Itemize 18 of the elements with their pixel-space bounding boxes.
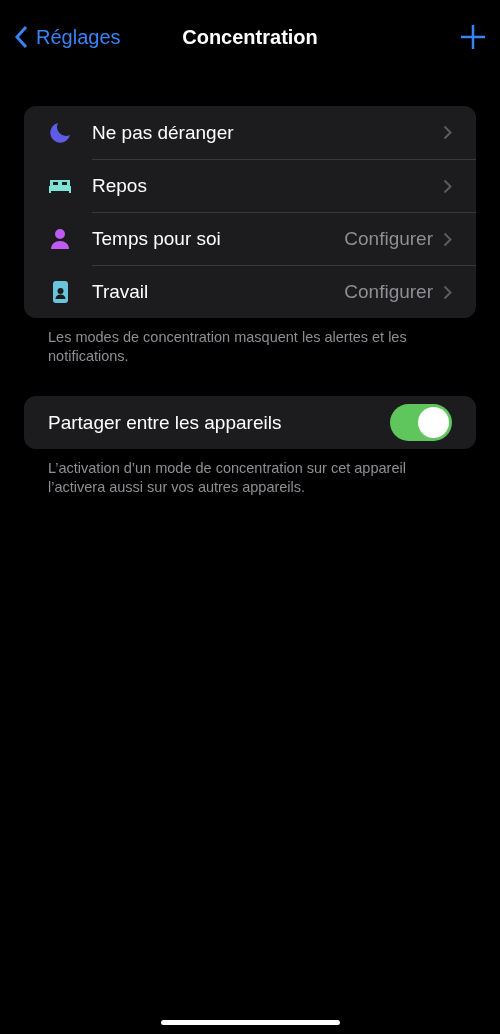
focus-mode-row[interactable]: Temps pour soi Configurer	[24, 212, 476, 265]
share-footnote: L’activation d’un mode de concentration sur cet appareil l’activera aussi sur vos autres appareils.	[48, 459, 407, 497]
chevron-left-icon	[14, 25, 28, 49]
focus-mode-row[interactable]: Travail Configurer	[24, 265, 476, 318]
screen-title: Concentration	[182, 25, 318, 49]
chevron-right-icon	[443, 125, 452, 140]
chevron-right-icon	[443, 178, 452, 194]
focus-mode-row[interactable]: Repos	[24, 159, 476, 212]
chevron-right-icon	[443, 284, 452, 300]
person-icon	[48, 226, 72, 251]
share-toggle[interactable]	[390, 404, 452, 441]
focus-mode-row[interactable]: Ne pas déranger	[24, 106, 476, 159]
modes-footnote: Les modes de concentration masquent les alertes et les notifications.	[48, 328, 408, 366]
add-button[interactable]	[460, 24, 486, 50]
share-label: Partager entre les appareils	[48, 411, 282, 434]
moon-icon	[48, 120, 72, 145]
back-link[interactable]: Réglages	[14, 25, 121, 49]
chevron-right-icon	[443, 231, 452, 247]
